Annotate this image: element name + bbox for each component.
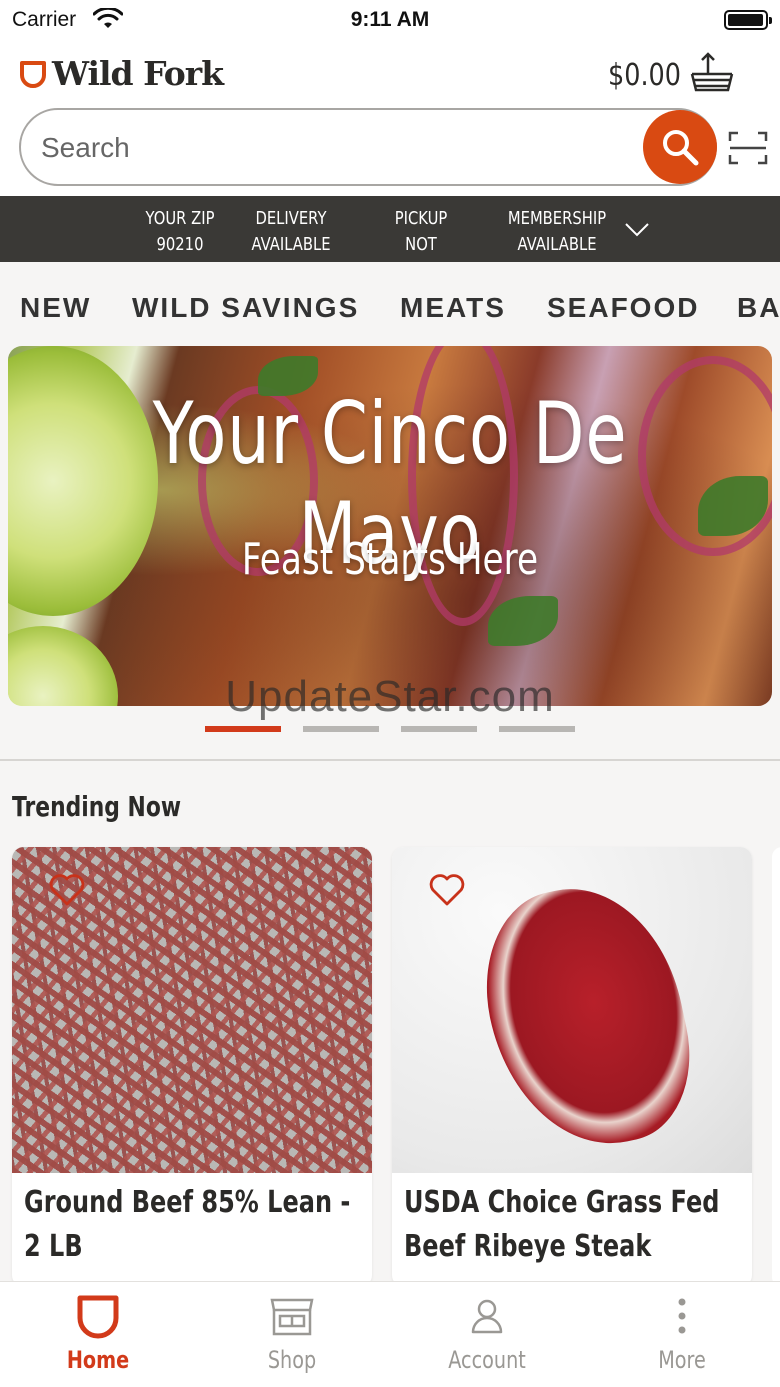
- membership-status: MEMBERSHIP AVAILABLE: [507, 208, 607, 255]
- carousel-dot-3[interactable]: [401, 726, 477, 732]
- home-icon: [77, 1295, 119, 1339]
- tab-shop[interactable]: Shop: [222, 1292, 362, 1374]
- product-card[interactable]: USDA Choice Grass Fed Beef Ribeye Steak: [392, 847, 752, 1287]
- carousel-dot-1[interactable]: [205, 726, 281, 732]
- tab-more[interactable]: More: [612, 1292, 752, 1374]
- availability-bar[interactable]: YOUR ZIP 90210 DELIVERY AVAILABLE PICKUP…: [0, 196, 780, 281]
- divider: [0, 759, 780, 761]
- chevron-down-icon[interactable]: [624, 222, 650, 238]
- clock: 9:11 AM: [350, 8, 430, 31]
- more-icon: [678, 1298, 686, 1334]
- category-new[interactable]: NEW: [20, 292, 91, 324]
- search-button[interactable]: [643, 110, 717, 184]
- trending-now-heading: Trending Now: [12, 790, 182, 823]
- favorite-heart-icon[interactable]: [48, 873, 86, 907]
- barcode-scan-icon[interactable]: [728, 131, 768, 165]
- logo-text: Wild Fork: [52, 54, 224, 93]
- delivery-status: DELIVERY AVAILABLE: [251, 208, 331, 255]
- logo-mark-icon: [20, 60, 46, 88]
- account-icon: [471, 1299, 503, 1334]
- watermark: UpdateStar.com: [225, 672, 555, 721]
- product-name[interactable]: Ground Beef 85% Lean - 2 LB: [24, 1181, 368, 1269]
- header: Wild Fork $0.00: [0, 40, 780, 196]
- zip-status[interactable]: YOUR ZIP 90210: [144, 206, 216, 258]
- product-card[interactable]: Ground Beef 85% Lean - 2 LB: [12, 847, 372, 1287]
- favorite-heart-icon[interactable]: [428, 873, 466, 907]
- category-partial[interactable]: BA: [737, 292, 780, 324]
- carousel-dot-2[interactable]: [303, 726, 379, 732]
- store-icon: [270, 1298, 314, 1336]
- category-meats[interactable]: MEATS: [400, 292, 506, 324]
- category-seafood[interactable]: SEAFOOD: [547, 292, 699, 324]
- product-name[interactable]: USDA Choice Grass Fed Beef Ribeye Steak: [404, 1181, 748, 1269]
- bottom-tab-bar: Home Shop Account More: [0, 1281, 780, 1387]
- tab-home[interactable]: Home: [28, 1292, 168, 1374]
- hero-banner[interactable]: Your Cinco De Mayo Feast Starts Here: [8, 346, 772, 706]
- category-nav[interactable]: NEW WILD SAVINGS MEATS SEAFOOD BA: [0, 262, 780, 344]
- search-icon: [663, 130, 699, 166]
- tab-account[interactable]: Account: [417, 1292, 557, 1374]
- product-card-next[interactable]: [772, 847, 780, 1287]
- hero-subtitle: Feast Starts Here: [241, 534, 539, 585]
- cart-total[interactable]: $0.00: [608, 58, 681, 93]
- battery-icon: [724, 10, 772, 30]
- search-input[interactable]: [41, 132, 641, 164]
- category-wild-savings[interactable]: WILD SAVINGS: [132, 292, 359, 324]
- status-bar: Carrier 9:11 AM: [0, 0, 780, 40]
- wild-fork-logo[interactable]: Wild Fork: [18, 54, 224, 93]
- carousel-dot-4[interactable]: [499, 726, 575, 732]
- carousel-indicator[interactable]: [205, 726, 597, 732]
- steak-image: [467, 870, 707, 1164]
- search-field[interactable]: [19, 108, 717, 186]
- cart-icon[interactable]: [688, 52, 736, 92]
